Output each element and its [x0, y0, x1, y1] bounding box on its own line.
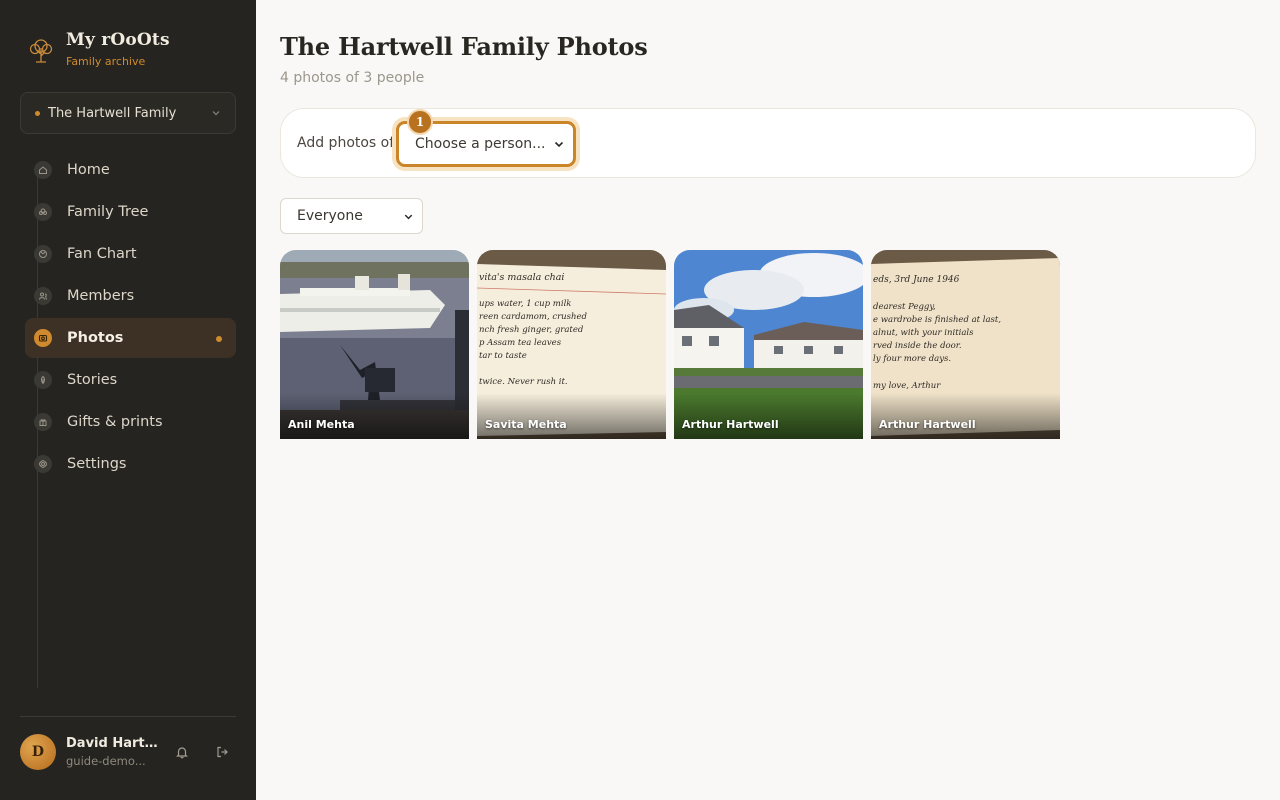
- main-content: The Hartwell Family Photos 4 photos of 3…: [256, 0, 1280, 800]
- note-line: tar to taste: [479, 351, 527, 361]
- sidebar-item-label: Members: [67, 288, 135, 304]
- fan-chart-icon: [34, 245, 52, 263]
- bell-icon: [176, 747, 188, 759]
- sidebar-nav: Home Family Tree Fan Chart Members Photo…: [25, 150, 236, 486]
- sidebar-item-gifts-prints[interactable]: Gifts & prints: [25, 402, 236, 442]
- sidebar: My rOoOts Family archive The Hartwell Fa…: [0, 0, 256, 800]
- photo-card[interactable]: Arthur Hartwell: [674, 250, 863, 439]
- photo-caption-overlay: [477, 393, 666, 439]
- user-name: David Hartwell: [66, 736, 158, 751]
- family-switcher[interactable]: The Hartwell Family: [20, 92, 236, 134]
- sidebar-item-label: Fan Chart: [67, 246, 137, 262]
- members-icon: [34, 287, 52, 305]
- letter-line: rved inside the door.: [873, 341, 962, 351]
- people-filter[interactable]: Everyone: [280, 198, 423, 234]
- photo-person-label: Arthur Hartwell: [682, 418, 779, 431]
- active-indicator-dot: [216, 336, 222, 342]
- note-line: nch fresh ginger, grated: [479, 325, 584, 335]
- add-photos-label: Add photos of: [297, 135, 395, 151]
- add-photos-card: Add photos of Choose a person... 1: [280, 108, 1256, 178]
- divider: [20, 716, 236, 717]
- sidebar-item-photos[interactable]: Photos: [25, 318, 236, 358]
- notifications-button[interactable]: [172, 742, 192, 762]
- note-line: vita's masala chai: [479, 272, 564, 283]
- sidebar-item-stories[interactable]: Stories: [25, 360, 236, 400]
- sidebar-item-label: Settings: [67, 456, 127, 472]
- sidebar-item-fan-chart[interactable]: Fan Chart: [25, 234, 236, 274]
- brand-subtitle: Family archive: [66, 55, 146, 68]
- note-line: ups water, 1 cup milk: [479, 299, 571, 309]
- settings-icon: [34, 455, 52, 473]
- photos-icon: [34, 329, 52, 347]
- note-line: reen cardamom, crushed: [479, 312, 588, 322]
- photo-card[interactable]: eds, 3rd June 1946 dearest Peggy, e ward…: [871, 250, 1060, 439]
- logout-button[interactable]: [212, 742, 232, 762]
- photo-caption-overlay: [674, 393, 863, 439]
- user-email: guide-demo...: [66, 754, 146, 768]
- page-title: The Hartwell Family Photos: [280, 32, 648, 61]
- letter-line: e wardrobe is finished at last,: [873, 315, 1001, 325]
- gift-icon: [34, 413, 52, 431]
- photo-person-label: Arthur Hartwell: [879, 418, 976, 431]
- photo-person-label: Savita Mehta: [485, 418, 567, 431]
- sidebar-item-label: Gifts & prints: [67, 414, 163, 430]
- photo-grid: Anil Mehta vita's masala chai ups water,…: [280, 250, 1060, 439]
- letter-line: dearest Peggy,: [873, 302, 936, 312]
- photo-caption-overlay: [280, 393, 469, 439]
- sidebar-item-home[interactable]: Home: [25, 150, 236, 190]
- brand[interactable]: My rOoOts Family archive: [26, 30, 170, 68]
- people-filter-select[interactable]: Everyone: [281, 199, 422, 233]
- tree-logo-icon: [29, 39, 53, 63]
- letter-line: ly four more days.: [873, 354, 951, 364]
- logout-icon: [217, 746, 228, 758]
- sidebar-item-label: Family Tree: [67, 204, 149, 220]
- family-switcher-label: The Hartwell Family: [48, 105, 177, 121]
- letter-line: alnut, with your initials: [873, 328, 974, 338]
- photo-caption-overlay: [871, 393, 1060, 439]
- stories-icon: [34, 371, 52, 389]
- sidebar-item-label: Home: [67, 162, 110, 178]
- letter-line: my love, Arthur: [873, 381, 941, 391]
- photo-card[interactable]: Anil Mehta: [280, 250, 469, 439]
- family-status-dot: [35, 110, 40, 116]
- step-badge: 1: [407, 109, 433, 135]
- note-line: p Assam tea leaves: [479, 338, 562, 348]
- sidebar-item-members[interactable]: Members: [25, 276, 236, 316]
- sidebar-item-family-tree[interactable]: Family Tree: [25, 192, 236, 232]
- photo-person-label: Anil Mehta: [288, 418, 355, 431]
- user-profile[interactable]: D David Hartwell guide-demo...: [20, 733, 236, 771]
- brand-name: My rOoOts: [66, 30, 170, 50]
- chevron-down-icon: [212, 111, 220, 116]
- avatar[interactable]: D: [20, 734, 56, 770]
- note-line: twice. Never rush it.: [479, 377, 568, 387]
- home-icon: [34, 161, 52, 179]
- sidebar-item-label: Stories: [67, 372, 118, 388]
- sidebar-item-label: Photos: [67, 330, 124, 346]
- page-subtitle: 4 photos of 3 people: [280, 70, 425, 86]
- photo-card[interactable]: vita's masala chai ups water, 1 cup milk…: [477, 250, 666, 439]
- sidebar-item-settings[interactable]: Settings: [25, 444, 236, 484]
- tree-icon: [34, 203, 52, 221]
- letter-line: eds, 3rd June 1946: [873, 275, 960, 285]
